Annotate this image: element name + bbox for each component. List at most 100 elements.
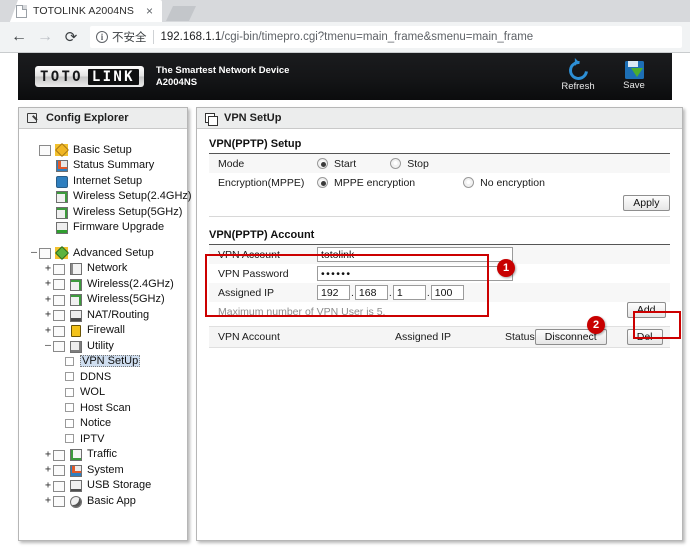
expander-icon[interactable]: + bbox=[43, 294, 53, 305]
vpn-password-cell bbox=[317, 264, 670, 283]
sidebar-item-advanced-setup[interactable]: – Advanced Setup bbox=[19, 245, 187, 261]
expander-icon[interactable]: + bbox=[43, 495, 53, 506]
chart-icon bbox=[55, 159, 68, 173]
sidebar: Config Explorer Basic Setup Status Summa… bbox=[18, 107, 192, 541]
sidebar-label-firmware-upgrade: Firmware Upgrade bbox=[73, 221, 165, 234]
refresh-button[interactable]: Refresh bbox=[558, 57, 598, 92]
sidebar-item-iptv[interactable]: IPTV bbox=[19, 431, 187, 447]
expander-icon[interactable]: + bbox=[43, 278, 53, 289]
sidebar-item-utility[interactable]: – Utility bbox=[19, 338, 187, 354]
address-bar[interactable]: i 不安全 192.168.1.1/cgi-bin/timepro.cgi?tm… bbox=[90, 26, 682, 48]
folder-icon bbox=[39, 247, 52, 260]
sidebar-label-traffic: Traffic bbox=[87, 448, 117, 461]
panel-icon bbox=[205, 112, 218, 126]
traffic-icon bbox=[69, 448, 82, 462]
del-button[interactable]: Del bbox=[626, 329, 663, 345]
sidebar-item-traffic[interactable]: + Traffic bbox=[19, 447, 187, 463]
sidebar-item-basic-setup[interactable]: Basic Setup bbox=[19, 142, 187, 158]
usb-icon bbox=[69, 479, 82, 493]
sidebar-item-internet-setup[interactable]: Internet Setup bbox=[19, 173, 187, 189]
sidebar-label-vpn-setup: VPN SetUp bbox=[80, 355, 141, 368]
assigned-ip-octet-2[interactable] bbox=[354, 285, 388, 300]
info-icon[interactable]: i bbox=[96, 31, 108, 43]
expander-icon[interactable]: – bbox=[29, 247, 39, 258]
column-vpn-account: VPN Account bbox=[218, 331, 280, 343]
sidebar-item-wireless-setup-24[interactable]: Wireless Setup(2.4GHz) bbox=[19, 189, 192, 205]
radio-mode-stop[interactable] bbox=[390, 158, 402, 169]
sidebar-item-firewall[interactable]: + Firewall bbox=[19, 323, 187, 339]
nat-icon bbox=[69, 309, 82, 322]
expander-icon[interactable]: + bbox=[43, 449, 53, 460]
tab-title: TOTOLINK A2004NS bbox=[33, 5, 135, 17]
encryption-options: MPPE encryption No encryption bbox=[317, 173, 670, 192]
header-tagline: The Smartest Network Device A2004NS bbox=[156, 65, 290, 89]
folder-icon bbox=[53, 449, 66, 461]
vpn-password-input[interactable] bbox=[317, 266, 513, 281]
folder-icon bbox=[53, 263, 66, 275]
sidebar-item-wireless-setup-5[interactable]: Wireless Setup(5GHz) bbox=[19, 204, 187, 220]
sidebar-item-notice[interactable]: Notice bbox=[19, 416, 187, 432]
sidebar-label-host-scan: Host Scan bbox=[80, 401, 131, 414]
wifi-icon bbox=[69, 293, 82, 307]
apply-button[interactable]: Apply bbox=[623, 195, 670, 211]
utility-icon bbox=[69, 340, 82, 353]
sidebar-item-host-scan[interactable]: Host Scan bbox=[19, 400, 187, 416]
router-header: TOTO LINK The Smartest Network Device A2… bbox=[18, 53, 672, 100]
logo-text-link: LINK bbox=[87, 68, 139, 85]
radio-mppe-encryption[interactable] bbox=[317, 177, 328, 188]
vpn-account-heading: VPN(PPTP) Account bbox=[209, 229, 670, 245]
folder-icon bbox=[53, 294, 66, 306]
explorer-icon bbox=[27, 112, 39, 124]
vpn-account-input[interactable] bbox=[317, 247, 513, 262]
mode-row: Mode Start Stop bbox=[209, 154, 670, 173]
mode-options: Start Stop bbox=[317, 154, 670, 173]
sidebar-label-nat-routing: NAT/Routing bbox=[87, 308, 150, 321]
expander-icon[interactable]: + bbox=[43, 464, 53, 475]
vpn-setup-heading: VPN(PPTP) Setup bbox=[209, 138, 670, 154]
gear-icon bbox=[55, 246, 68, 259]
close-icon[interactable]: × bbox=[143, 5, 156, 17]
vpn-account-row: VPN Account bbox=[209, 245, 670, 264]
assigned-ip-octet-1[interactable] bbox=[317, 285, 350, 300]
forward-icon: → bbox=[37, 28, 53, 45]
main-panel-title: VPN SetUp bbox=[197, 108, 682, 129]
max-user-note: Maximum number of VPN User is 5. bbox=[218, 305, 386, 318]
sidebar-item-basic-app[interactable]: + Basic App bbox=[19, 493, 187, 509]
vpn-account-form: VPN Account VPN Password Assigned IP bbox=[209, 245, 670, 302]
radio-label-mode-start: Start bbox=[334, 157, 357, 170]
sidebar-item-nat-routing[interactable]: + NAT/Routing bbox=[19, 307, 187, 323]
sidebar-item-wol[interactable]: WOL bbox=[19, 385, 187, 401]
folder-icon bbox=[53, 495, 66, 508]
sidebar-item-system[interactable]: + System bbox=[19, 462, 187, 478]
sidebar-item-ddns[interactable]: DDNS bbox=[19, 369, 187, 385]
add-button[interactable]: Add bbox=[626, 302, 666, 318]
save-icon bbox=[624, 61, 644, 79]
sidebar-item-firmware-upgrade[interactable]: Firmware Upgrade bbox=[19, 220, 187, 236]
assigned-ip-octet-3[interactable] bbox=[392, 285, 426, 300]
save-button[interactable]: Save bbox=[614, 61, 654, 92]
assigned-ip-octet-4[interactable] bbox=[430, 285, 464, 300]
expander-icon[interactable]: + bbox=[43, 263, 53, 274]
firmware-icon bbox=[55, 221, 68, 235]
leaf-icon bbox=[65, 356, 74, 366]
sidebar-item-usb-storage[interactable]: + USB Storage bbox=[19, 478, 187, 494]
back-icon[interactable]: ← bbox=[8, 26, 30, 48]
expander-icon[interactable]: + bbox=[43, 309, 53, 320]
radio-mode-start[interactable] bbox=[317, 158, 328, 169]
leaf-icon bbox=[65, 372, 74, 382]
expander-icon[interactable]: + bbox=[43, 325, 53, 336]
sidebar-item-vpn-setup[interactable]: VPN SetUp bbox=[19, 354, 187, 370]
gear-icon bbox=[55, 143, 68, 156]
expander-icon[interactable]: – bbox=[43, 340, 53, 351]
sidebar-item-wireless-5[interactable]: + Wireless(5GHz) bbox=[19, 292, 187, 308]
radio-no-encryption[interactable] bbox=[463, 177, 475, 188]
reload-icon[interactable]: ⟳ bbox=[60, 26, 82, 48]
sidebar-item-network[interactable]: + Network bbox=[19, 261, 187, 277]
config-tree: Basic Setup Status Summary Internet Setu… bbox=[19, 129, 192, 509]
folder-icon bbox=[53, 464, 66, 477]
sidebar-item-wireless-24[interactable]: + Wireless(2.4GHz) bbox=[19, 276, 187, 292]
new-tab-button[interactable] bbox=[166, 6, 196, 21]
browser-tab[interactable]: TOTOLINK A2004NS × bbox=[10, 0, 162, 22]
sidebar-item-status-summary[interactable]: Status Summary bbox=[19, 158, 187, 174]
expander-icon[interactable]: + bbox=[43, 480, 53, 491]
